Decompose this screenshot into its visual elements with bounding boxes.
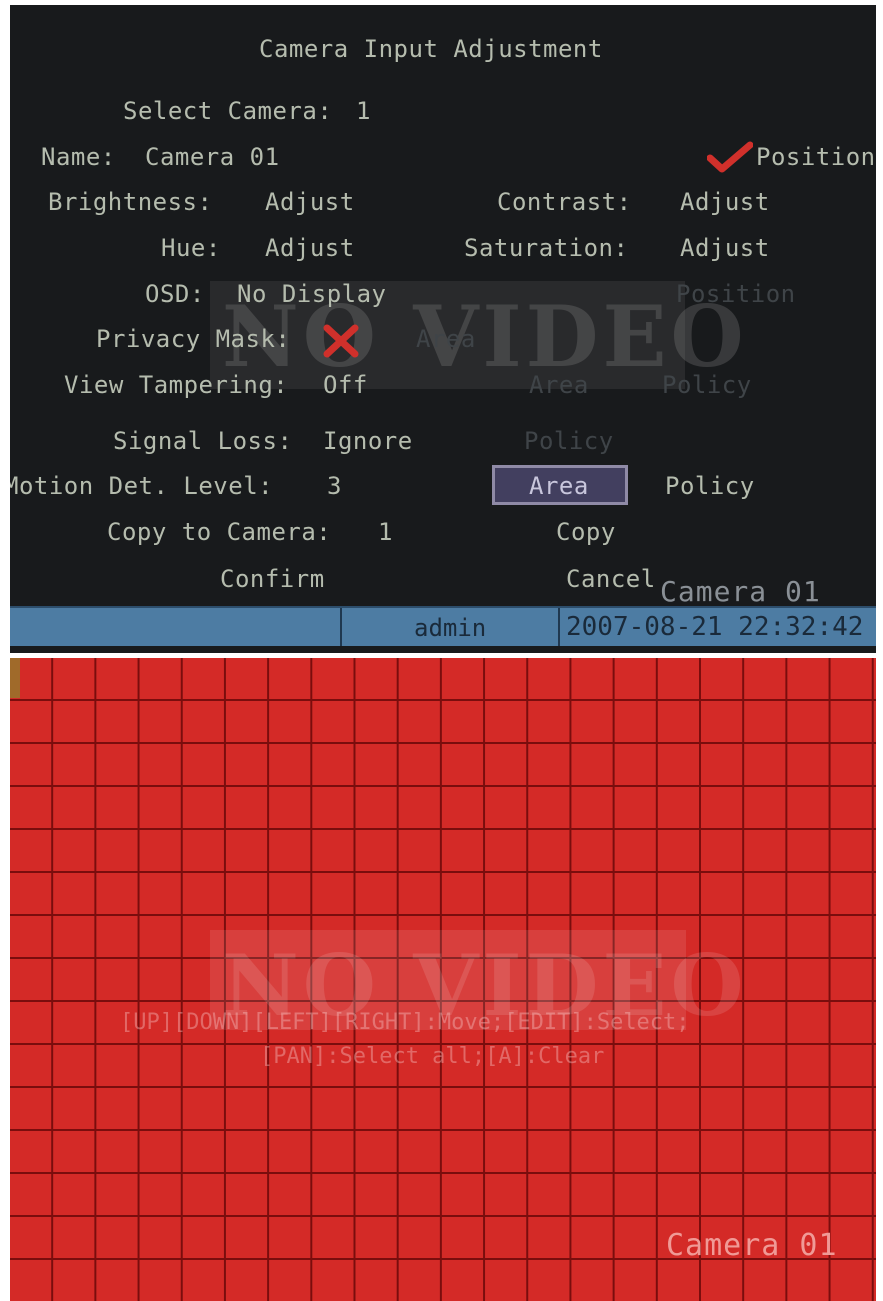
saturation-label: Saturation: [464,234,629,262]
osd-label: OSD: [145,280,205,308]
cancel-button[interactable]: Cancel [566,565,656,593]
name-input[interactable]: Camera 01 [145,143,280,171]
brightness-label: Brightness: [48,188,213,216]
name-label: Name: [41,143,116,171]
view-tampering-select[interactable]: Off [323,371,368,399]
motion-level-label: Motion Det. Level: [10,472,274,500]
motion-area-grid[interactable]: NO VIDEO [UP][DOWN][LEFT][RIGHT]:Move;[E… [10,658,876,1301]
camera-adjustment-menu: NO VIDEO Camera Input Adjustment Select … [10,5,876,653]
name-position-button[interactable]: Position [756,143,876,171]
hue-adjust-button[interactable]: Adjust [265,234,355,262]
copy-to-camera-select[interactable]: 1 [378,518,393,546]
select-camera-label: Select Camera: [123,97,333,125]
saturation-adjust-button[interactable]: Adjust [680,234,770,262]
select-camera-value[interactable]: 1 [356,97,371,125]
status-datetime: 2007-08-21 22:32:42 [566,612,864,642]
osd-select[interactable]: No Display [237,280,387,308]
camera-name-overlay: Camera 01 [660,575,821,608]
checkmark-icon[interactable] [706,141,754,179]
grid-camera-label: Camera 01 [666,1228,838,1263]
privacy-area-button[interactable]: Area [416,325,476,353]
view-tampering-policy-button[interactable]: Policy [662,371,752,399]
copy-button[interactable]: Copy [556,518,616,546]
view-tampering-label: View Tampering: [64,371,289,399]
signal-loss-select[interactable]: Ignore [323,427,413,455]
osd-position-button[interactable]: Position [676,280,796,308]
grid-cursor [10,658,20,698]
contrast-label: Contrast: [497,188,632,216]
privacy-mask-label: Privacy Mask: [96,325,291,353]
grid-hint-line-2: [PAN]:Select all;[A]:Clear [260,1044,605,1069]
signal-loss-policy-button[interactable]: Policy [524,427,614,455]
hue-label: Hue: [161,234,221,262]
grid-hint-line-1: [UP][DOWN][LEFT][RIGHT]:Move;[EDIT]:Sele… [120,1010,690,1035]
x-mark-icon[interactable] [321,323,361,363]
status-divider [340,608,342,646]
signal-loss-label: Signal Loss: [113,427,293,455]
confirm-button[interactable]: Confirm [220,565,325,593]
motion-level-select[interactable]: 3 [327,472,342,500]
menu-title: Camera Input Adjustment [259,35,603,63]
motion-area-button[interactable]: Area [529,472,589,500]
view-tampering-area-button[interactable]: Area [529,371,589,399]
status-user: admin [414,614,487,642]
brightness-adjust-button[interactable]: Adjust [265,188,355,216]
status-divider [558,608,560,646]
motion-policy-button[interactable]: Policy [665,472,755,500]
copy-to-camera-label: Copy to Camera: [107,518,332,546]
contrast-adjust-button[interactable]: Adjust [680,188,770,216]
status-bar: admin 2007-08-21 22:32:42 [10,606,876,646]
